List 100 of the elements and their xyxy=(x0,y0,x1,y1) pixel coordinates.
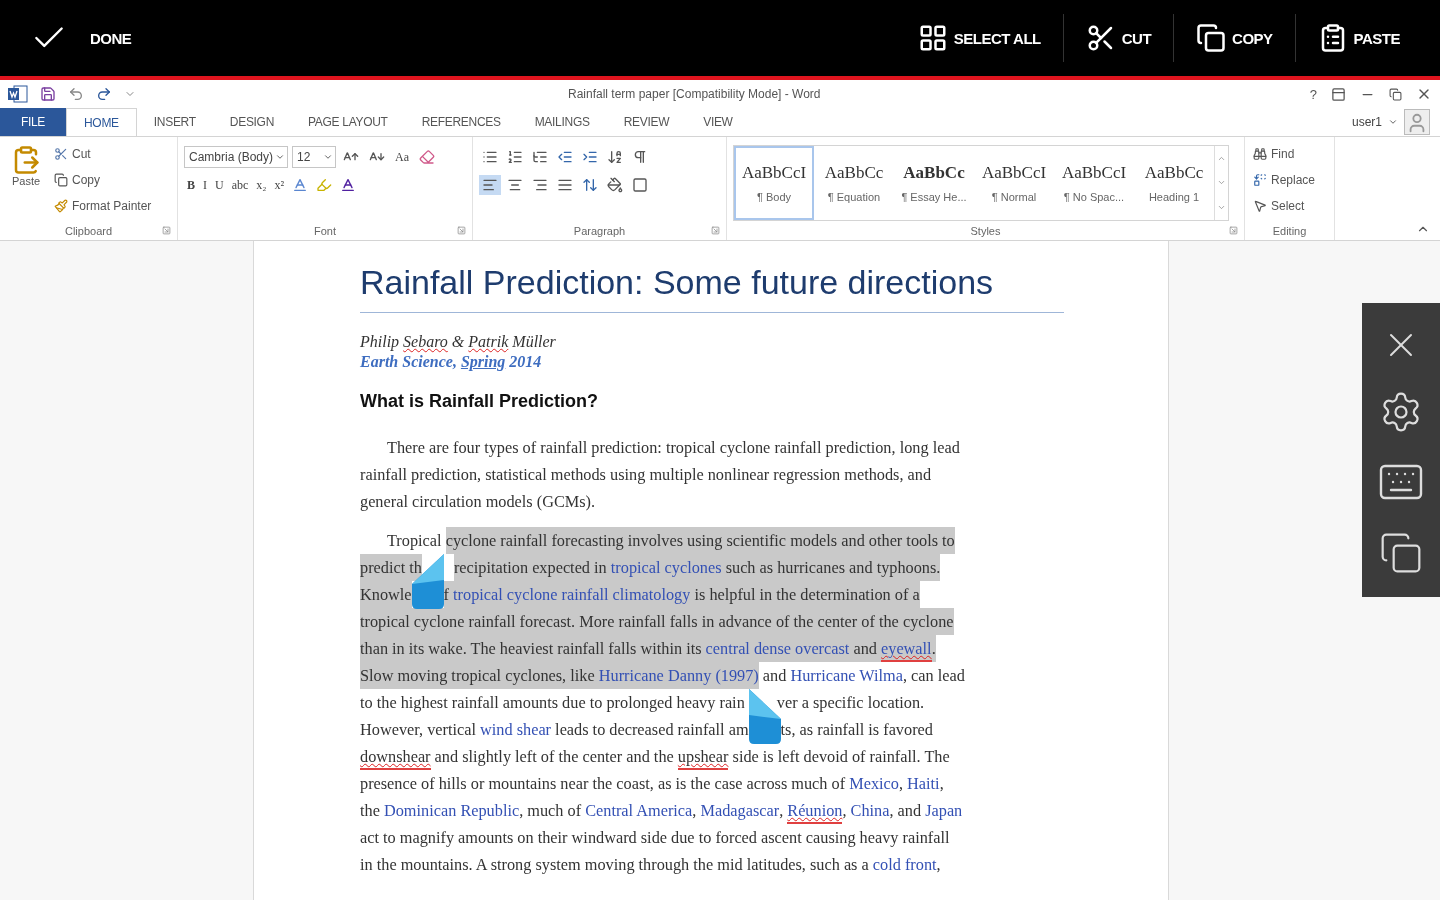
format-button[interactable]: B xyxy=(184,175,198,195)
text-run: upshear xyxy=(677,743,729,770)
highlighter-icon xyxy=(316,177,333,193)
link[interactable]: tropical cyclone rainfall climatology xyxy=(453,581,691,608)
square-icon xyxy=(632,177,648,193)
text-run: , can lead xyxy=(902,665,965,687)
word-logo-icon[interactable] xyxy=(8,85,28,103)
link[interactable]: eyewall xyxy=(881,635,932,662)
link[interactable]: cold front xyxy=(872,851,937,878)
done-button[interactable]: DONE xyxy=(30,19,132,57)
text-run: downshear xyxy=(360,743,431,770)
link[interactable]: central dense overcast xyxy=(705,635,850,662)
format-button[interactable]: U xyxy=(212,175,227,195)
undo-icon[interactable] xyxy=(68,86,84,102)
redo-icon[interactable] xyxy=(96,86,112,102)
text-run: , xyxy=(939,773,944,795)
text-run: tropical cyclone rainfall forecast. More rainfall falls in advance of the center of the cyclone xyxy=(360,608,954,635)
text-run: Tropical xyxy=(387,530,443,552)
indent-icon xyxy=(582,149,598,165)
file-tab[interactable]: FILE xyxy=(0,108,66,136)
bullet-list-icon xyxy=(482,149,498,165)
link[interactable]: Japan xyxy=(925,797,963,824)
style-item[interactable]: AaBbCcI ¶ Body xyxy=(734,146,814,220)
format-button[interactable]: I xyxy=(200,175,210,195)
window-title: Rainfall term paper [Compatibility Mode] - Word xyxy=(568,87,822,101)
align-right-icon xyxy=(532,177,548,193)
text-run: general circulation models (GCMs). xyxy=(360,491,596,513)
ribbon-display-icon[interactable] xyxy=(1331,86,1346,102)
author-line: Philip Sebaro & Patrik Müller xyxy=(360,333,557,351)
up-down-arrow-icon xyxy=(582,177,598,193)
copy-icon xyxy=(1196,23,1227,53)
link[interactable]: Mexico xyxy=(849,770,899,797)
format-button[interactable]: abc xyxy=(228,175,252,195)
text-run: f xyxy=(443,581,454,608)
editing-button[interactable]: Replace xyxy=(1251,169,1318,190)
editing-button[interactable]: Find xyxy=(1251,143,1318,164)
section-heading: What is Rainfall Prediction? xyxy=(360,391,600,412)
letter-underline-icon xyxy=(340,177,357,193)
group-label: Styles xyxy=(970,225,1001,237)
affiliation-line: Earth Science, Spring 2014 xyxy=(360,353,543,371)
link[interactable]: tropical cyclones xyxy=(610,554,722,581)
link[interactable]: Hurricane Wilma xyxy=(790,662,903,689)
text-run: to the highest rainfall amounts due to prolonged heavy rain xyxy=(360,692,745,714)
text-run: , xyxy=(936,854,941,876)
dropdown-icon xyxy=(275,152,285,162)
align-justify-icon xyxy=(557,177,573,193)
align-button[interactable] xyxy=(479,175,501,195)
clipboard-button[interactable]: Cut xyxy=(52,143,154,164)
text-run: and xyxy=(849,635,881,662)
clipboard-button[interactable]: Format Painter xyxy=(52,195,154,216)
text-run: , and xyxy=(889,800,923,822)
save-icon[interactable] xyxy=(40,86,56,102)
text-run: in the mountains. A strong system moving through the mid latitudes, such as a xyxy=(360,854,870,876)
text-run: side is left devoid of rainfall. The xyxy=(731,746,950,768)
link[interactable]: Central America xyxy=(585,797,693,824)
text-run: and xyxy=(761,665,788,687)
format-button[interactable]: x² xyxy=(271,175,288,195)
binoculars-icon xyxy=(1253,146,1267,161)
tree-list-icon xyxy=(532,149,548,165)
text-run: Knowle xyxy=(360,581,412,608)
text-run: , much of xyxy=(519,800,583,822)
text-run: is helpful in the determination of a xyxy=(690,581,920,608)
help-button[interactable]: ? xyxy=(1309,86,1317,102)
text-run: cyclone rainfall forecasting involves using scientific models and other tools to xyxy=(445,527,955,554)
action-button[interactable]: PASTE xyxy=(1294,14,1422,62)
action-button[interactable]: CUT xyxy=(1062,14,1174,62)
replace-icon xyxy=(1253,172,1267,187)
link[interactable]: wind shear xyxy=(480,716,552,743)
text-run: such as hurricanes and typhoons. xyxy=(721,554,941,581)
restore-icon[interactable] xyxy=(1389,87,1402,101)
scissors-icon xyxy=(54,146,68,161)
action-button[interactable]: SELECT ALL xyxy=(895,14,1063,62)
group-label: Font xyxy=(314,225,336,237)
font-size-field[interactable]: 12 xyxy=(292,146,336,168)
change-case-button[interactable]: Aa xyxy=(392,147,412,167)
group-label: Editing xyxy=(1272,225,1307,237)
clipboard-button[interactable]: Copy xyxy=(52,169,154,190)
link[interactable]: China xyxy=(850,797,890,824)
text-run: However, vertical xyxy=(360,719,477,741)
text-run: presence of hills or mountains near the coast, as is the case across much of xyxy=(360,773,847,795)
dropdown-icon[interactable] xyxy=(1388,117,1398,127)
copy-icon xyxy=(54,172,68,187)
ribbon-tab[interactable]: HOME xyxy=(66,108,137,136)
link[interactable]: Hurricane Danny (1997) xyxy=(598,662,759,689)
editing-button[interactable]: Select xyxy=(1251,195,1318,216)
user-name[interactable]: user1 xyxy=(1351,115,1382,129)
paintbrush-icon xyxy=(54,198,68,213)
link[interactable]: Réunion xyxy=(787,797,843,824)
link[interactable]: Haiti xyxy=(907,770,940,797)
font-name-field[interactable]: Cambria (Body) xyxy=(184,146,288,168)
link[interactable]: Dominican Republic xyxy=(383,797,520,824)
pointer-icon xyxy=(1253,198,1267,213)
format-button[interactable]: x₂ xyxy=(253,175,270,195)
action-button[interactable]: COPY xyxy=(1173,14,1295,62)
text-run: leads to decreased rainfall am xyxy=(554,719,749,741)
link[interactable]: Madagascar xyxy=(700,797,780,824)
paint-bucket-icon xyxy=(607,177,623,193)
document-title: Rainfall Prediction: Some future directions xyxy=(360,263,1064,313)
paste-button[interactable]: Paste xyxy=(6,143,46,222)
selection-handle[interactable] xyxy=(411,554,444,610)
